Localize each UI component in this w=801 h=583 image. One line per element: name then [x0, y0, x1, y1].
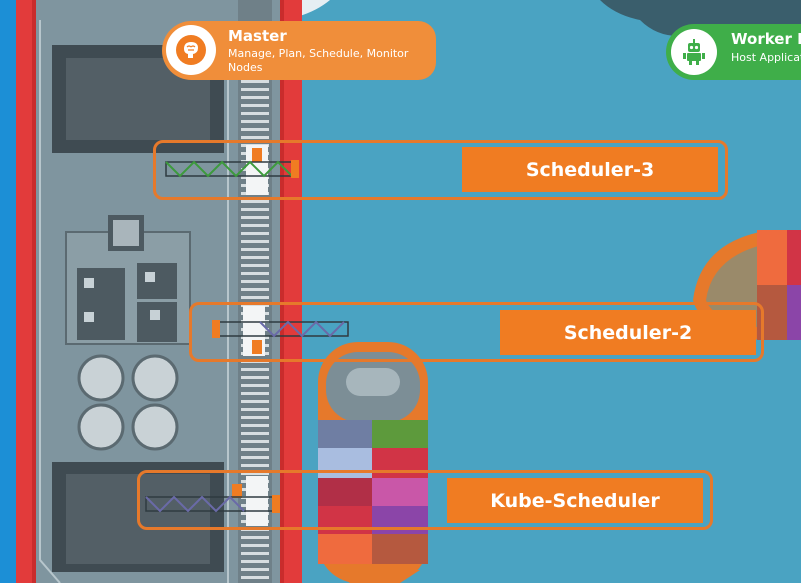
worker-badge: Worker N Host Applicat: [666, 24, 801, 80]
scheduler-2-label: Scheduler-2: [500, 310, 756, 355]
worker-title: Worker N: [731, 30, 801, 48]
master-badge: Master Manage, Plan, Schedule, Monitor N…: [162, 21, 436, 80]
robot-icon: [671, 29, 717, 75]
scheduler-3-label: Scheduler-3: [462, 147, 718, 192]
kube-scheduler-label: Kube-Scheduler: [447, 478, 703, 523]
master-title: Master: [228, 27, 287, 45]
worker-subtitle: Host Applicat: [731, 51, 801, 64]
master-subtitle: Manage, Plan, Schedule, Monitor Nodes: [228, 47, 409, 74]
brain-icon: [166, 25, 216, 75]
